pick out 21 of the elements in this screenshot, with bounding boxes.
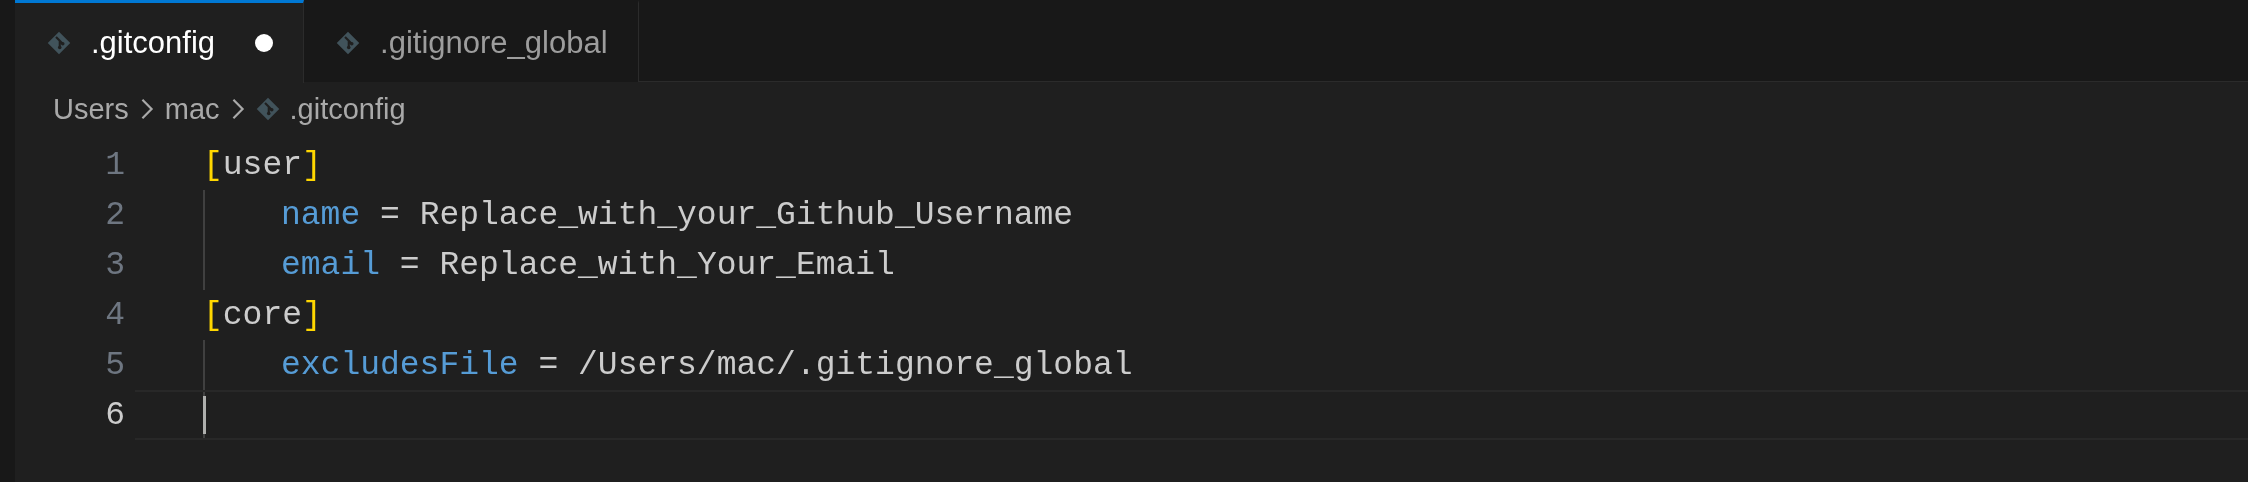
indent-guide — [203, 340, 205, 390]
line-number: 2 — [104, 196, 125, 234]
git-icon — [336, 30, 361, 55]
code-line: name = Replace_with_your_Github_Username — [281, 196, 1074, 234]
text-cursor — [203, 396, 206, 434]
breadcrumb-item[interactable]: Users — [53, 92, 129, 126]
breadcrumb-item[interactable]: mac — [164, 92, 220, 126]
code-line: [core] — [203, 296, 322, 334]
line-number: 4 — [104, 296, 125, 334]
breadcrumb-item[interactable]: .gitconfig — [289, 92, 406, 126]
git-icon — [47, 31, 71, 55]
git-icon — [255, 97, 280, 121]
line-number: 6 — [104, 396, 125, 434]
editor-tab[interactable]: .gitignore_global — [304, 0, 639, 82]
editor-tab[interactable]: .gitconfig — [15, 0, 305, 83]
code-line: excludesFile = /Users/mac/.gitignore_global — [281, 346, 1133, 384]
line-number: 1 — [104, 146, 125, 184]
line-number: 3 — [104, 246, 125, 284]
line-number: 5 — [104, 346, 125, 384]
code-line: email = Replace_with_Your_Email — [281, 246, 895, 284]
code-line: [user] — [203, 146, 322, 184]
